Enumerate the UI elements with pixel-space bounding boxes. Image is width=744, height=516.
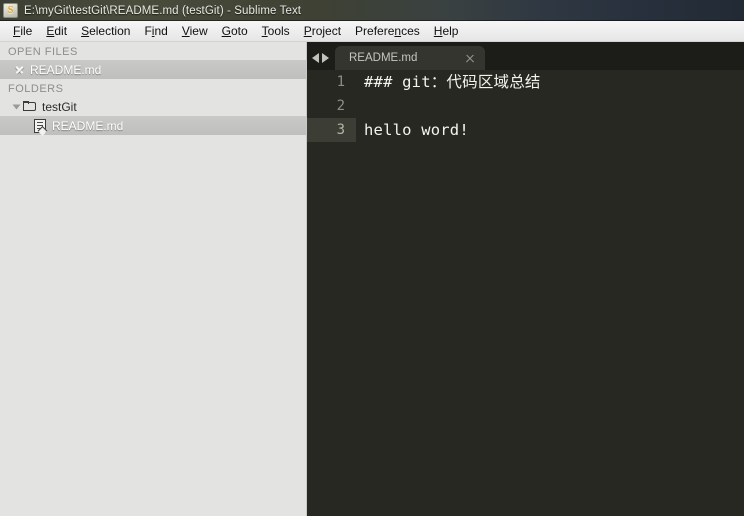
menu-rest-tools: ools <box>267 24 290 38</box>
line-number: 3 <box>307 118 356 142</box>
menu-accel-project: P <box>303 24 312 38</box>
window-title: E:\myGit\testGit\README.md (testGit) - S… <box>24 4 302 17</box>
menu-item-project[interactable]: Project <box>297 22 348 40</box>
code-line-1: 1 ### git：代码区域总结 <box>307 70 744 94</box>
menu-accel-goto: G <box>221 24 231 38</box>
close-icon[interactable] <box>14 64 25 75</box>
code-line-2: 2 <box>307 94 744 118</box>
tab-bar: README.md <box>307 42 744 70</box>
menu-item-goto[interactable]: Goto <box>215 22 255 40</box>
code-line-3: 3 hello word! <box>307 118 744 142</box>
menu-item-edit[interactable]: Edit <box>39 22 74 40</box>
sidebar-section-folders-header: FOLDERS <box>8 83 64 95</box>
sidebar-file-label: README.md <box>52 118 124 133</box>
sidebar-open-file-readme[interactable]: README.md <box>0 60 306 79</box>
line-number: 2 <box>336 98 345 114</box>
menu-rest-goto: oto <box>230 24 248 38</box>
menu-rest-view: iew <box>189 24 208 38</box>
code-area[interactable]: 1 ### git：代码区域总结 2 3 hello word! <box>307 70 744 516</box>
menu-rest-edit: dit <box>54 24 68 38</box>
file-icon <box>34 118 46 133</box>
editor-pane: README.md 1 ### git：代码区域总结 2 3 hello wor… <box>307 42 744 516</box>
menu-bar: File Edit Selection Find View Goto Tools… <box>0 21 744 42</box>
sidebar-folder-label: testGit <box>42 99 77 114</box>
menu-item-preferences[interactable]: Preferences <box>348 22 427 40</box>
chevron-down-icon[interactable] <box>12 104 21 109</box>
menu-rest-project: roject <box>311 24 342 38</box>
tab-readme-md[interactable]: README.md <box>335 46 485 70</box>
menu-item-view[interactable]: View <box>175 22 215 40</box>
arrow-right-icon[interactable] <box>322 53 329 63</box>
sidebar-section-open-files-header: OPEN FILES <box>8 46 78 58</box>
tab-nav-arrows <box>307 53 335 70</box>
line-content: ### git：代码区域总结 <box>364 73 541 91</box>
sublime-text-window: S E:\myGit\testGit\README.md (testGit) -… <box>0 0 744 516</box>
sidebar-file-readme[interactable]: README.md <box>0 116 306 135</box>
menu-accel-selection: S <box>81 24 90 38</box>
line-content: hello word! <box>364 121 469 139</box>
menu-rest-file: ile <box>20 24 33 38</box>
menu-rest-find: nd <box>154 24 168 38</box>
menu-pre-find: F <box>144 24 152 38</box>
tab-label: README.md <box>349 52 418 64</box>
sidebar: OPEN FILES README.md FOLDERS testGit REA… <box>0 42 307 516</box>
folder-icon <box>23 101 37 112</box>
menu-item-find[interactable]: Find <box>137 22 174 40</box>
menu-item-tools[interactable]: Tools <box>255 22 297 40</box>
line-number: 1 <box>336 74 345 90</box>
menu-item-selection[interactable]: Selection <box>74 22 137 40</box>
menu-rest-selection: election <box>89 24 131 38</box>
sidebar-open-file-label: README.md <box>30 62 102 77</box>
menu-accel-view: V <box>181 24 190 38</box>
menu-item-file[interactable]: File <box>6 22 39 40</box>
menu-item-help[interactable]: Help <box>427 22 466 40</box>
arrow-left-icon[interactable] <box>312 53 319 63</box>
close-icon[interactable] <box>464 53 475 64</box>
sidebar-folder-testgit[interactable]: testGit <box>0 97 306 116</box>
sublime-logo-icon: S <box>3 3 18 18</box>
menu-rest-preferences: ces <box>401 24 420 38</box>
menu-rest-help: elp <box>442 24 459 38</box>
title-bar: S E:\myGit\testGit\README.md (testGit) -… <box>0 0 744 21</box>
menu-pre-preferences: Prefere <box>355 24 395 38</box>
